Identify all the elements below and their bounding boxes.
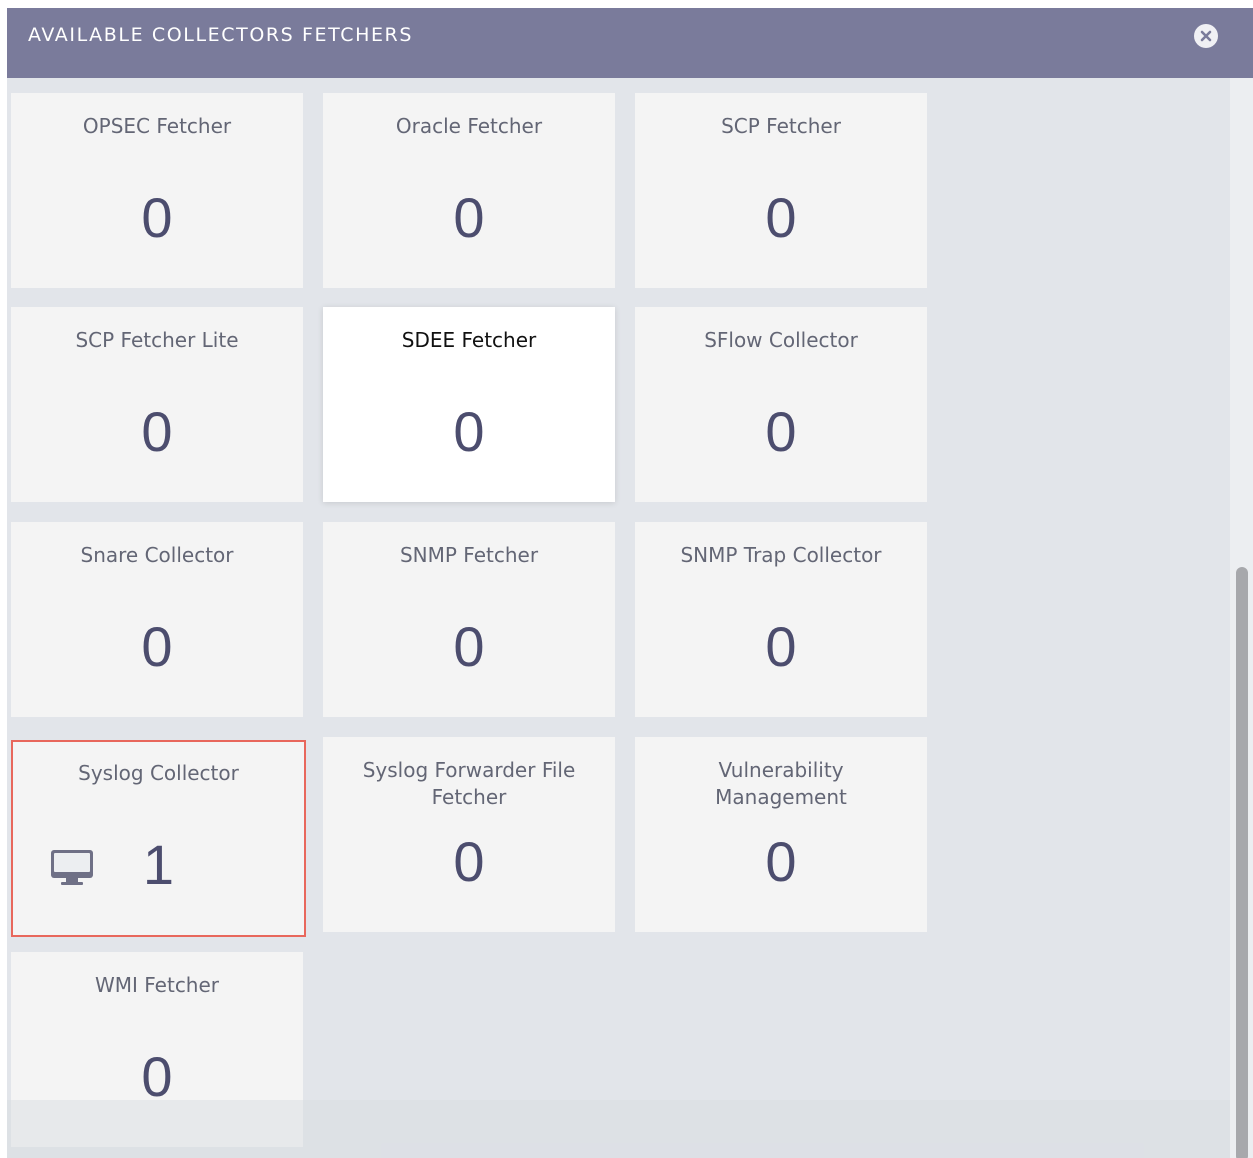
tile-snare-collector[interactable]: Snare Collector 0 bbox=[11, 522, 303, 717]
tile-snmp-trap-collector[interactable]: SNMP Trap Collector 0 bbox=[635, 522, 927, 717]
tile-label: SNMP Fetcher bbox=[399, 543, 539, 567]
tile-label: Oracle Fetcher bbox=[395, 114, 543, 138]
tile-label: SCP Fetcher Lite bbox=[75, 328, 239, 352]
tile-label: SFlow Collector bbox=[704, 328, 858, 352]
tile-count: 0 bbox=[453, 830, 485, 893]
tile-oracle-fetcher[interactable]: Oracle Fetcher 0 bbox=[323, 93, 615, 288]
tile-label: SCP Fetcher bbox=[721, 114, 841, 138]
tile-syslog-forwarder-file-fetcher[interactable]: Syslog Forwarder File Fetcher 0 bbox=[323, 737, 615, 932]
tile-count: 0 bbox=[453, 186, 485, 249]
tile-count: 0 bbox=[453, 615, 485, 678]
tile-count: 0 bbox=[141, 615, 173, 678]
scrollbar-thumb[interactable] bbox=[1236, 567, 1248, 1158]
tile-snmp-fetcher[interactable]: SNMP Fetcher 0 bbox=[323, 522, 615, 717]
tile-label: OPSEC Fetcher bbox=[82, 114, 232, 138]
tile-label: SNMP Trap Collector bbox=[680, 543, 882, 567]
tile-sflow-collector[interactable]: SFlow Collector 0 bbox=[635, 307, 927, 502]
tile-scp-fetcher[interactable]: SCP Fetcher 0 bbox=[635, 93, 927, 288]
tile-count: 0 bbox=[453, 400, 485, 463]
tiles-grid: OPSEC Fetcher 0 Oracle Fetcher 0 SCP Fet… bbox=[7, 78, 1230, 1158]
close-icon[interactable] bbox=[1194, 24, 1218, 48]
tile-count: 0 bbox=[141, 186, 173, 249]
tile-scp-fetcher-lite[interactable]: SCP Fetcher Lite 0 bbox=[11, 307, 303, 502]
scroll-fade-overlay bbox=[7, 1100, 1230, 1158]
collectors-fetchers-dialog: AVAILABLE COLLECTORS FETCHERS OPSEC Fetc… bbox=[7, 8, 1253, 1158]
tile-vulnerability-management[interactable]: Vulnerability Management 0 bbox=[635, 737, 927, 932]
tile-count: 0 bbox=[765, 830, 797, 893]
tile-count: 0 bbox=[765, 615, 797, 678]
tile-label: Snare Collector bbox=[80, 543, 234, 567]
tile-count: 0 bbox=[765, 400, 797, 463]
tile-count: 0 bbox=[141, 400, 173, 463]
tile-opsec-fetcher[interactable]: OPSEC Fetcher 0 bbox=[11, 93, 303, 288]
tile-sdee-fetcher[interactable]: SDEE Fetcher 0 bbox=[323, 307, 615, 502]
tile-label: Syslog Forwarder File Fetcher bbox=[362, 758, 576, 809]
dialog-title: AVAILABLE COLLECTORS FETCHERS bbox=[28, 24, 414, 46]
tile-count: 1 bbox=[142, 833, 175, 896]
tile-syslog-collector[interactable]: Syslog Collector 1 bbox=[11, 740, 306, 937]
tile-count: 0 bbox=[765, 186, 797, 249]
tile-label: Vulnerability Management bbox=[715, 758, 847, 809]
tile-label: SDEE Fetcher bbox=[401, 328, 537, 352]
tile-label: Syslog Collector bbox=[78, 761, 239, 785]
dialog-header: AVAILABLE COLLECTORS FETCHERS bbox=[7, 8, 1253, 78]
tile-label: WMI Fetcher bbox=[94, 973, 220, 997]
